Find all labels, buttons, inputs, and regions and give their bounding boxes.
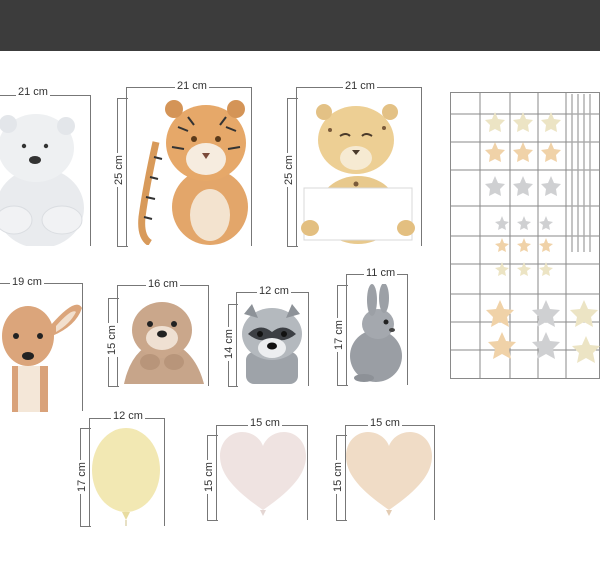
yellow-balloon-width-label: 12 cm <box>111 410 145 422</box>
cheetah-sticker <box>300 100 416 246</box>
otter-width-label: 16 cm <box>146 278 180 290</box>
star-sticker-sheet <box>450 92 600 380</box>
tiger-width-label: 21 cm <box>175 80 209 92</box>
deer-sticker <box>0 296 82 412</box>
polar-bear-width-label: 21 cm <box>16 86 50 98</box>
raccoon-sticker <box>238 302 306 384</box>
pink-heart-width-label: 15 cm <box>248 417 282 429</box>
raccoon-height-label: 14 cm <box>222 327 235 361</box>
rabbit-height-label: 17 cm <box>332 318 345 352</box>
peach-heart-width-label: 15 cm <box>368 417 402 429</box>
deer-width-label: 19 cm <box>10 276 44 288</box>
peach-heart-height-label: 15 cm <box>331 460 344 494</box>
otter-height-label: 15 cm <box>105 323 118 357</box>
polar-bear-sticker <box>0 108 88 246</box>
peach-heart-balloon-sticker <box>346 432 432 520</box>
rabbit-width-label: 11 cm <box>364 267 398 279</box>
pink-heart-balloon-sticker <box>220 432 306 520</box>
cheetah-height-label: 25 cm <box>282 153 295 187</box>
tiger-height-label: 25 cm <box>112 153 125 187</box>
pink-heart-height-label: 15 cm <box>202 460 215 494</box>
yellow-balloon-sticker <box>90 428 162 526</box>
top-bar <box>0 0 600 51</box>
tiger-sticker <box>128 97 250 245</box>
otter-sticker <box>118 296 208 384</box>
yellow-balloon-height-label: 17 cm <box>75 460 88 494</box>
cheetah-width-label: 21 cm <box>343 80 377 92</box>
rabbit-sticker <box>348 284 406 382</box>
raccoon-width-label: 12 cm <box>257 285 291 297</box>
